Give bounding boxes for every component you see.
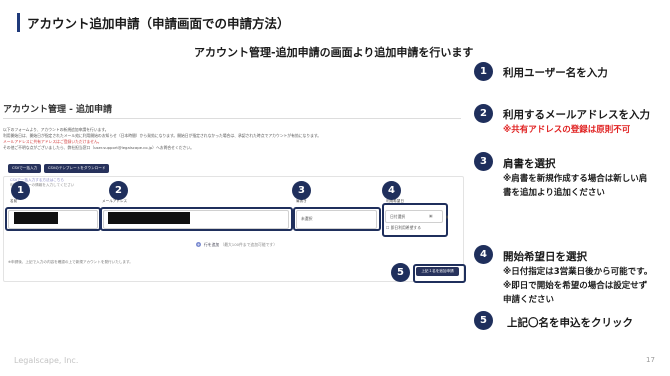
step-1-number: 1 <box>474 62 493 81</box>
description-line: その他ご不明な点がございましたら、弊社担当窓口（user.support@leg… <box>3 145 194 150</box>
date-input-placeholder: 日付選択 <box>390 214 406 219</box>
column-email-label: メールアドレス <box>102 199 128 203</box>
step-4-number: 4 <box>474 245 493 264</box>
apply-button[interactable]: 上記１名を追加申請 <box>416 267 459 276</box>
step-2-label: 利用するメールアドレスを入力 <box>503 109 650 121</box>
marker-5: 5 <box>391 263 410 282</box>
marker-2: 2 <box>109 181 128 200</box>
csv-import-button[interactable]: CSVで一括入力 <box>8 164 42 173</box>
redacted-email <box>108 212 190 224</box>
divider <box>3 118 461 119</box>
marker-3: 3 <box>292 181 311 200</box>
step-4-note: 申請ください <box>503 295 555 305</box>
title-select-placeholder: 未選択 <box>301 216 313 221</box>
step-2-note: ※共有アドレスの登録は原則不可 <box>503 125 631 135</box>
csv-template-button[interactable]: CSVのテンプレートをダウンロード <box>44 164 110 173</box>
step-3-number: 3 <box>474 152 493 171</box>
brand-footer: Legalscape, Inc. <box>14 356 79 365</box>
add-row-button[interactable]: + 行を追加 （最大100件まで追加可能です） <box>196 242 277 248</box>
same-day-checkbox[interactable]: ☐ 即日利用希望する <box>386 225 421 231</box>
column-name-label: 名前 <box>10 199 18 203</box>
step-3-label: 肩書を選択 <box>503 158 556 170</box>
same-day-label: 即日利用希望する <box>390 225 421 230</box>
page-number: 17 <box>646 356 655 364</box>
step-2-number: 2 <box>474 104 493 123</box>
marker-1: 1 <box>11 181 30 200</box>
step-4-note: ※即日で開始を希望の場合は設定せず <box>503 281 648 291</box>
slide-subtitle: アカウント管理-追加申請の画面より追加申請を行います <box>194 46 474 59</box>
redacted-name <box>14 212 58 224</box>
title-accent-bar <box>17 13 20 32</box>
footer-note: ※申請後、上記で入力の内容を確認の上で新規アカウントを発行いたします。 <box>8 260 133 264</box>
step-5-label: 上記〇名を申込をクリック <box>507 317 633 329</box>
add-row-label: 行を追加 <box>204 242 220 247</box>
slide-title: アカウント追加申請（申請画面での申請方法） <box>27 16 290 31</box>
step-3-note: ※肩書を新規作成する場合は新しい肩 <box>503 174 648 184</box>
step-4-note: ※日付指定は3営業日後から可能です。 <box>503 267 653 277</box>
step-4-label: 開始希望日を選択 <box>503 251 587 263</box>
marker-4: 4 <box>382 181 401 200</box>
page-title: アカウント管理 - 追加申請 <box>3 105 113 115</box>
add-row-note: （最大100件まで追加可能です） <box>220 242 278 247</box>
step-1-label: 利用ユーザー名を入力 <box>503 67 608 79</box>
calendar-icon: ▣ <box>429 213 433 218</box>
delete-row-icon[interactable]: ▮ <box>446 214 448 219</box>
plus-icon: + <box>196 242 201 247</box>
step-5-number: 5 <box>474 311 493 330</box>
step-3-note: 書を追加より追加ください <box>503 188 605 198</box>
